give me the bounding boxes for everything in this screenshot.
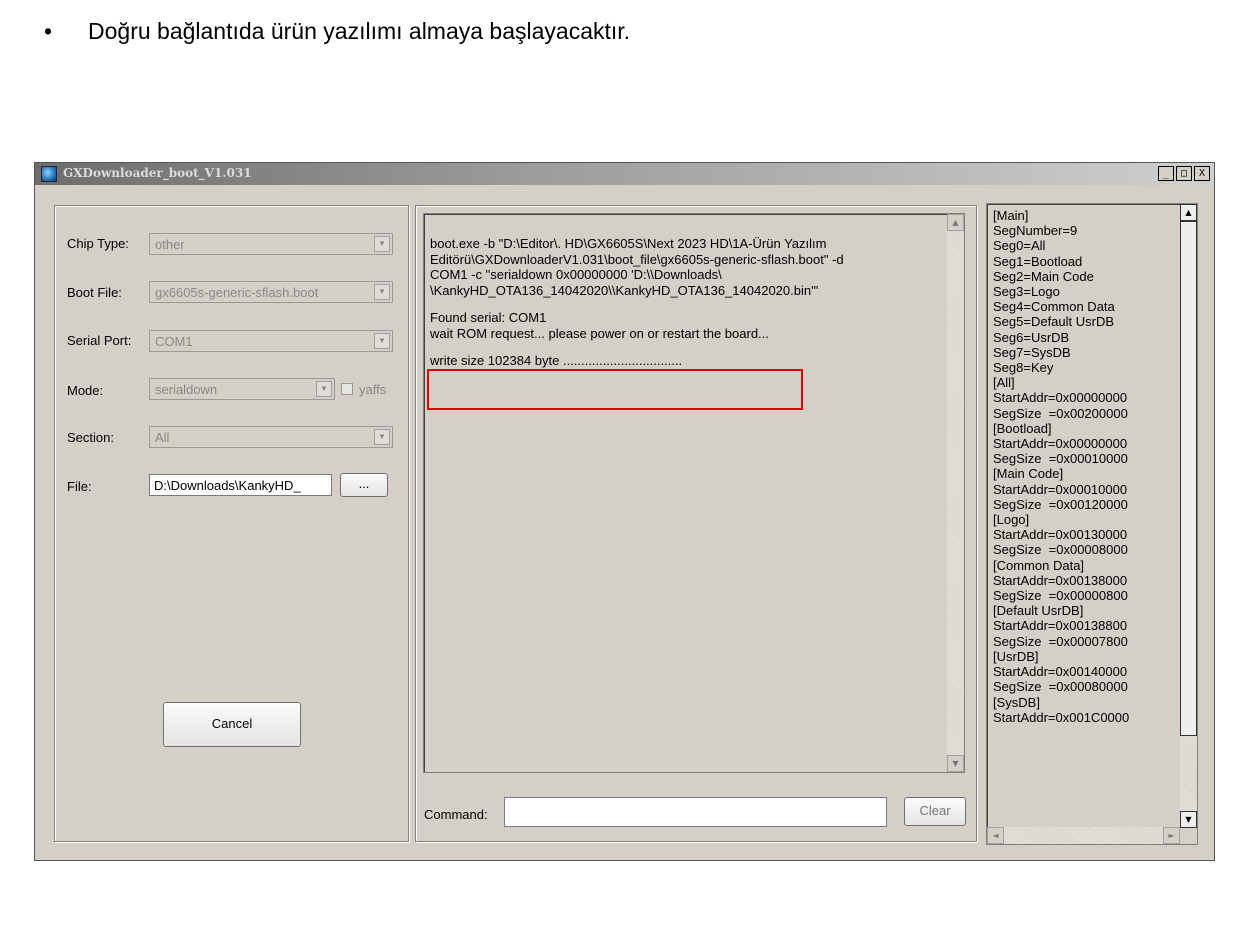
chevron-down-icon: ▼: [316, 381, 332, 397]
serial-port-label: Serial Port:: [67, 333, 132, 348]
config-line: [UsrDB]: [993, 648, 1039, 664]
config-line: SegSize =0x00008000: [993, 542, 1128, 558]
config-line: StartAddr=0x00138000: [993, 572, 1128, 588]
config-line: SegSize =0x00120000: [993, 496, 1128, 512]
log-output[interactable]: boot.exe -b "D:\Editor\. HD\GX6605S\Next…: [423, 213, 965, 773]
config-horizontal-scrollbar[interactable]: ◄ ►: [987, 827, 1180, 844]
config-line: StartAddr=0x00140000: [993, 664, 1128, 680]
maximize-button[interactable]: □: [1176, 166, 1192, 181]
config-line: StartAddr=0x00010000: [993, 481, 1128, 497]
close-button[interactable]: X: [1194, 166, 1210, 181]
log-line: write size 102384 byte .................…: [430, 353, 683, 368]
config-line: [SysDB]: [993, 694, 1040, 710]
config-line: Seg5=Default UsrDB: [993, 314, 1115, 330]
log-line: wait ROM request... please power on or r…: [430, 325, 769, 341]
log-line: boot.exe -b "D:\Editor\. HD\GX6605S\Next…: [430, 236, 827, 251]
config-line: StartAddr=0x00000000: [993, 436, 1128, 452]
config-line: StartAddr=0x00000000: [993, 390, 1128, 406]
config-line: [Default UsrDB]: [993, 603, 1084, 619]
config-line: Seg6=UsrDB: [993, 329, 1070, 345]
chip-type-value: other: [155, 237, 185, 252]
scroll-left-icon[interactable]: ◄: [987, 827, 1004, 844]
command-label: Command:: [424, 807, 488, 822]
config-line: Seg7=SysDB: [993, 344, 1071, 360]
yaffs-checkbox[interactable]: [341, 383, 353, 395]
chevron-down-icon: ▼: [374, 333, 390, 349]
config-line: SegSize =0x00007800: [993, 633, 1128, 649]
instruction-text: Doğru bağlantıda ürün yazılımı almaya ba…: [88, 18, 631, 44]
boot-file-select[interactable]: gx6605s-generic-sflash.boot ▼: [149, 281, 393, 303]
section-select[interactable]: All ▼: [149, 426, 393, 448]
file-path-value: D:\Downloads\KankyHD_: [154, 478, 301, 493]
command-input[interactable]: [504, 797, 887, 827]
config-line: StartAddr=0x001C0000: [993, 709, 1130, 725]
mode-select[interactable]: serialdown ▼: [149, 378, 335, 400]
chevron-down-icon: ▼: [374, 429, 390, 445]
config-vertical-scrollbar[interactable]: ▲ ▼: [1180, 204, 1197, 828]
config-line: SegSize =0x00000800: [993, 588, 1128, 604]
config-line: [Bootload]: [993, 420, 1052, 436]
browse-button[interactable]: ...: [340, 473, 388, 497]
log-scrollbar[interactable]: ▲ ▼: [947, 214, 964, 772]
highlight-box: [427, 369, 803, 410]
config-line: StartAddr=0x00130000: [993, 527, 1128, 543]
segment-config-panel[interactable]: [Main] SegNumber=9 Seg0=All Seg1=Bootload Se…: [986, 203, 1198, 845]
bullet-symbol: •: [44, 18, 53, 44]
mode-value: serialdown: [155, 382, 218, 397]
scroll-down-icon[interactable]: ▼: [1180, 811, 1197, 828]
mode-label: Mode:: [67, 383, 104, 398]
chip-type-label: Chip Type:: [67, 236, 129, 251]
window-title: GXDownloader_boot_V1.031: [63, 166, 252, 180]
config-line: Seg0=All: [993, 238, 1046, 254]
config-line: StartAddr=0x00138800: [993, 618, 1128, 634]
serial-port-value: COM1: [155, 334, 193, 349]
section-value: All: [155, 430, 170, 445]
serial-port-select[interactable]: COM1 ▼: [149, 330, 393, 352]
file-label: File:: [67, 479, 92, 494]
log-line: \KankyHD_OTA136_14042020\\KankyHD_OTA136…: [430, 282, 819, 298]
config-line: SegNumber=9: [993, 223, 1078, 239]
config-line: Seg2=Main Code: [993, 268, 1094, 284]
config-line: Seg4=Common Data: [993, 299, 1115, 315]
config-line: Seg1=Bootload: [993, 253, 1083, 269]
config-line: [Common Data]: [993, 557, 1085, 573]
scroll-down-icon[interactable]: ▼: [947, 755, 964, 772]
config-line: Seg3=Logo: [993, 284, 1060, 300]
yaffs-label: yaffs: [359, 382, 387, 397]
log-line: Editörü\GXDownloaderV1.031\boot_file\gx6…: [430, 251, 844, 267]
config-line: [Main Code]: [993, 466, 1064, 482]
config-line: SegSize =0x00080000: [993, 679, 1128, 695]
file-path-input[interactable]: D:\Downloads\KankyHD_: [149, 474, 332, 496]
clear-button[interactable]: Clear: [904, 797, 966, 826]
chevron-down-icon: ▼: [374, 236, 390, 252]
config-line: [Logo]: [993, 512, 1030, 528]
cancel-button[interactable]: Cancel: [163, 702, 301, 747]
chip-type-select[interactable]: other ▼: [149, 233, 393, 255]
config-line: SegSize =0x00200000: [993, 405, 1128, 421]
config-line: [Main]: [993, 208, 1029, 223]
boot-file-value: gx6605s-generic-sflash.boot: [155, 285, 319, 300]
title-bar[interactable]: GXDownloader_boot_V1.031 _ □ X: [35, 163, 1214, 185]
downloader-window: GXDownloader_boot_V1.031 _ □ X Chip Type…: [34, 162, 1215, 861]
log-lines: boot.exe -b "D:\Editor\. HD\GX6605S\Next…: [430, 236, 940, 369]
minimize-button[interactable]: _: [1158, 166, 1174, 181]
segment-config-lines: [Main] SegNumber=9 Seg0=All Seg1=Bootload Se…: [993, 208, 1129, 725]
scroll-up-icon[interactable]: ▲: [947, 214, 964, 231]
config-line: Seg8=Key: [993, 360, 1054, 376]
config-line: [All]: [993, 375, 1015, 391]
boot-file-label: Boot File:: [67, 285, 122, 300]
scroll-right-icon[interactable]: ►: [1163, 827, 1180, 844]
scroll-up-icon[interactable]: ▲: [1180, 204, 1197, 221]
log-line: Found serial: COM1: [430, 310, 547, 325]
scroll-thumb[interactable]: [1180, 221, 1197, 736]
config-line: SegSize =0x00010000: [993, 451, 1128, 467]
log-line: COM1 -c "serialdown 0x00000000 'D:\\Down…: [430, 267, 722, 282]
chevron-down-icon: ▼: [374, 284, 390, 300]
app-globe-icon: [41, 166, 57, 182]
section-label: Section:: [67, 430, 114, 445]
